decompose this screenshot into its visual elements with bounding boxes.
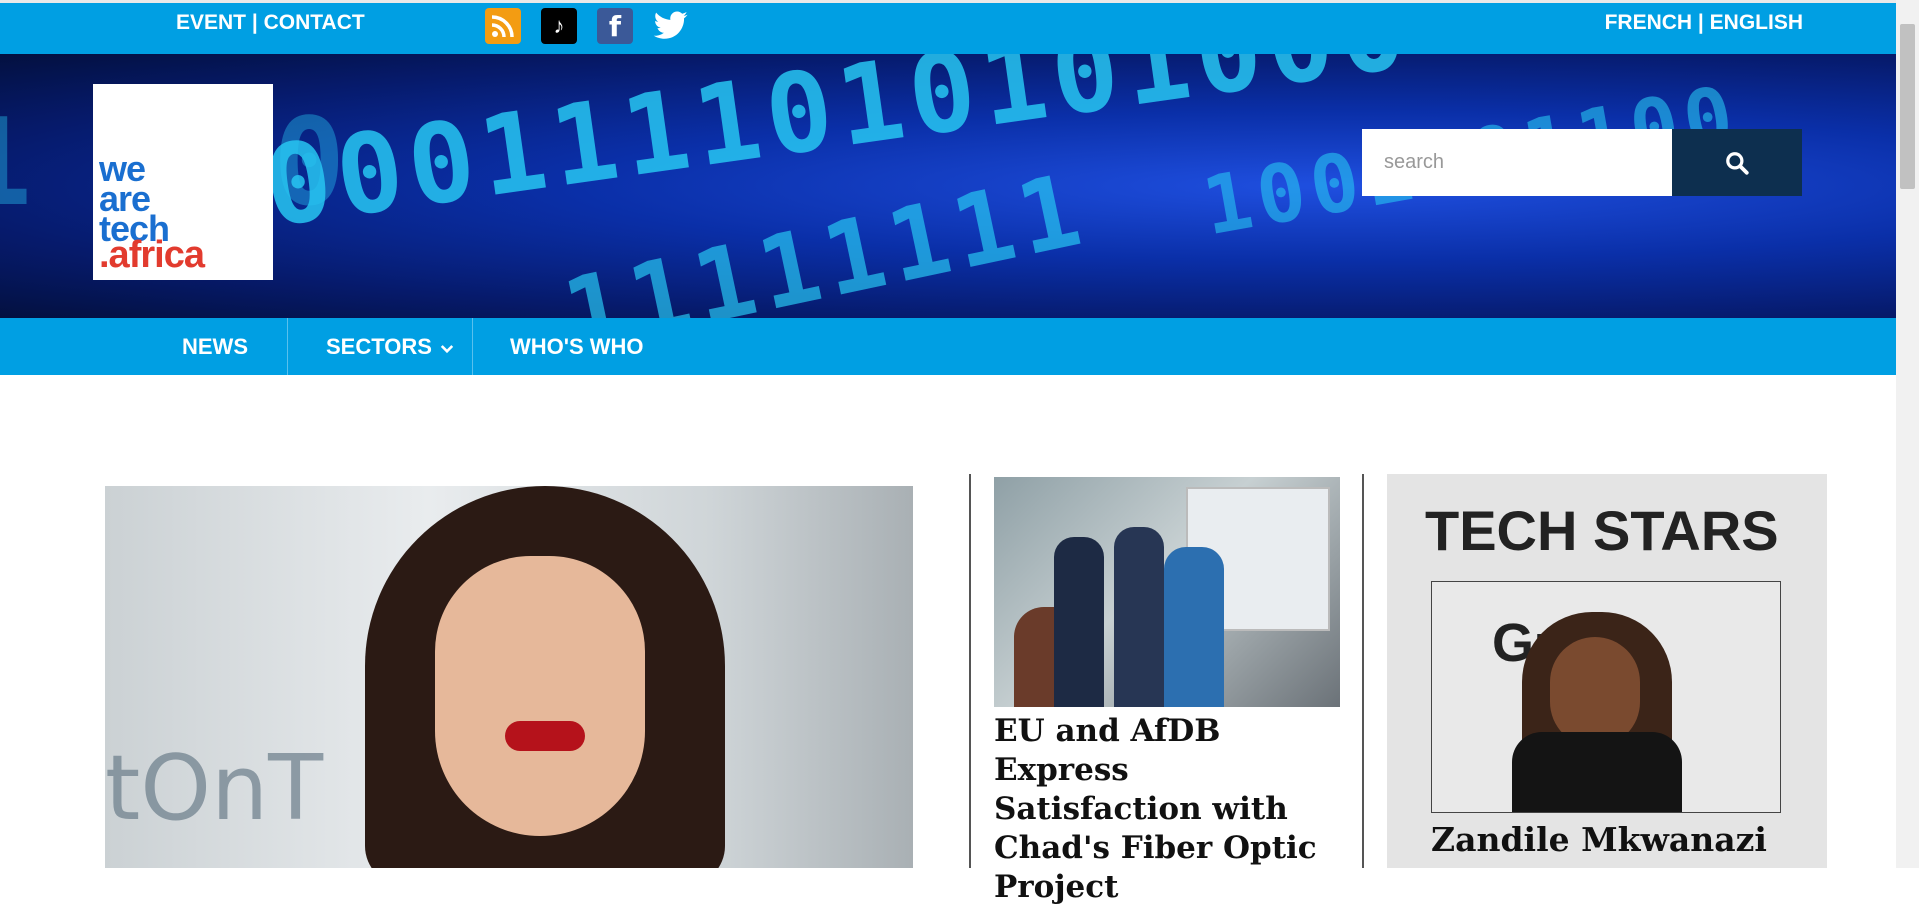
star-image-detail — [1512, 732, 1682, 812]
news-image-detail — [1114, 527, 1164, 707]
nav-item-whos-who[interactable]: WHO'S WHO — [510, 318, 644, 375]
top-links-separator: | — [251, 11, 258, 34]
scrollbar-thumb[interactable] — [1900, 24, 1915, 189]
chevron-down-icon — [440, 344, 454, 353]
language-separator: | — [1697, 11, 1704, 34]
french-link[interactable]: FRENCH — [1605, 11, 1693, 34]
twitter-icon[interactable] — [653, 8, 689, 44]
tech-star-name[interactable]: Zandile Mkwanazi — [1431, 820, 1767, 859]
top-bar: EVENT | CONTACT ♪ f FRENCH | ENGLISH — [0, 0, 1896, 54]
rss-icon[interactable] — [485, 8, 521, 44]
star-image-detail — [1550, 637, 1640, 747]
hero-image-backdrop: tOnT — [105, 736, 324, 841]
tiktok-icon[interactable]: ♪ — [541, 8, 577, 44]
social-links: ♪ f — [485, 8, 689, 44]
logo-wordmark: we are tech — [99, 148, 170, 249]
tech-stars-heading: TECH STARS — [1425, 499, 1779, 562]
nav-item-sectors[interactable]: SECTORS — [326, 318, 456, 375]
tech-stars-panel: TECH STARS G;rl de. Zandile Mkwanazi — [1387, 474, 1827, 868]
language-switch: FRENCH | ENGLISH — [1605, 11, 1803, 35]
facebook-icon[interactable]: f — [597, 8, 633, 44]
news-image-detail — [1054, 537, 1104, 707]
news-article-image[interactable] — [994, 477, 1340, 707]
event-link[interactable]: EVENT — [176, 11, 246, 34]
tech-star-image[interactable]: G;rl de. — [1431, 581, 1781, 813]
news-image-detail — [1164, 547, 1224, 707]
hero-image-detail — [505, 721, 585, 751]
english-link[interactable]: ENGLISH — [1710, 11, 1803, 34]
nav-divider — [472, 318, 473, 375]
search-icon — [1726, 151, 1749, 175]
top-links: EVENT | CONTACT — [176, 11, 365, 35]
nav-divider — [287, 318, 288, 375]
site-logo[interactable]: we are tech .africa — [93, 84, 273, 280]
hero-article-image[interactable]: tOnT — [105, 486, 913, 868]
main-nav: NEWS SECTORS WHO'S WHO — [0, 318, 1896, 375]
logo-suffix: .africa — [99, 234, 205, 276]
column-divider — [1362, 474, 1364, 868]
search-button[interactable] — [1672, 129, 1802, 196]
nav-item-news[interactable]: NEWS — [182, 318, 248, 375]
page-scrollbar[interactable] — [1896, 0, 1919, 868]
hero-image-detail — [435, 556, 645, 836]
search-input[interactable] — [1362, 129, 1672, 196]
news-article-title[interactable]: EU and AfDB Express Satisfaction with Ch… — [994, 712, 1340, 907]
contact-link[interactable]: CONTACT — [264, 11, 365, 34]
column-divider — [969, 474, 971, 868]
